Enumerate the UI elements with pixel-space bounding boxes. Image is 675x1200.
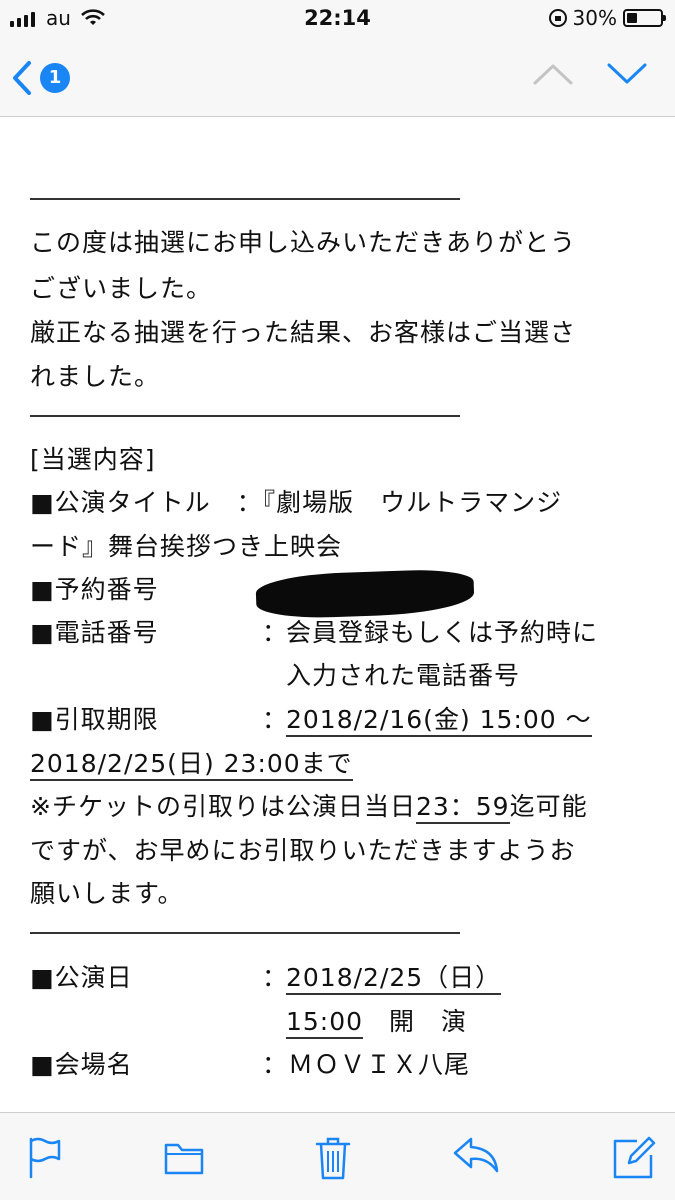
note-line-3: 願いします。 xyxy=(30,879,184,908)
perf-time-row: 15:00 開 演 xyxy=(286,1006,468,1039)
note-line-1: ※チケットの引取りは公演日当日23：59迄可能 xyxy=(30,791,588,824)
title-row: ■公演タイトル ：『劇場版 ウルトラマンジ xyxy=(30,488,563,517)
note-line-2: ですが、お早めにお引取りいただきますようお xyxy=(30,836,576,865)
orientation-lock-icon xyxy=(548,9,567,27)
intro-line-4: れました。 xyxy=(30,362,161,391)
pickup-start-link[interactable]: 2018/2/16(金) 15:00 ～ xyxy=(286,704,592,737)
section-heading: [当選内容] xyxy=(30,445,156,474)
previous-message-icon[interactable] xyxy=(532,62,574,86)
chevron-left-icon xyxy=(13,61,31,95)
reply-icon[interactable] xyxy=(451,1135,501,1175)
next-message-icon[interactable] xyxy=(606,62,648,86)
intro-line-2: ございました。 xyxy=(30,274,213,303)
battery-percent: 30% xyxy=(572,6,617,30)
intro-line-1: この度は抽選にお申し込みいただきありがとう xyxy=(30,228,577,257)
perf-time-suffix: 開 演 xyxy=(363,1007,468,1036)
pickup-end-link[interactable]: 2018/2/25(日) 23:00まで xyxy=(30,748,353,781)
redaction-mark xyxy=(255,568,475,620)
perf-time-link[interactable]: 15:00 xyxy=(286,1007,364,1039)
mail-body[interactable]: この度は抽選にお申し込みいただきありがとう ございました。 厳正なる抽選を行った… xyxy=(0,117,675,1112)
phone-value-line-2: 入力された電話番号 xyxy=(286,661,521,690)
unread-badge: 1 xyxy=(40,63,70,93)
status-right: 30% xyxy=(548,6,666,30)
pickup-end-text[interactable]: 2018/2/25(日) 23:00まで xyxy=(30,749,353,781)
intro-line-3: 厳正なる抽選を行った結果、お客様はご当選さ xyxy=(30,318,577,347)
compose-icon[interactable] xyxy=(611,1135,657,1181)
note-text-c: 迄可能 xyxy=(509,792,588,821)
divider-line xyxy=(30,198,460,200)
flag-icon[interactable] xyxy=(26,1135,62,1179)
divider-line xyxy=(30,932,460,934)
status-bar: au 22:14 30% xyxy=(0,0,675,38)
trash-icon[interactable] xyxy=(314,1135,352,1181)
perf-date-text[interactable]: 2018/2/25（日） xyxy=(286,963,502,995)
nav-bar: 1 xyxy=(0,38,675,118)
reservation-label: ■予約番号 xyxy=(30,575,159,604)
back-button[interactable]: 1 xyxy=(12,56,92,100)
battery-icon xyxy=(623,9,666,27)
battery-fill xyxy=(627,13,637,23)
pickup-start-text[interactable]: 2018/2/16(金) 15:00 ～ xyxy=(286,705,592,737)
perf-date-separator: ： xyxy=(262,963,289,992)
venue-label: ■会場名 xyxy=(30,1050,133,1079)
folder-icon[interactable] xyxy=(163,1135,205,1179)
divider-line xyxy=(30,415,460,417)
phone-value-line-1: 会員登録もしくは予約時に xyxy=(286,618,599,647)
perf-date-label: ■公演日 xyxy=(30,963,133,992)
pickup-label: ■引取期限 xyxy=(30,705,159,734)
phone-separator: ： xyxy=(262,618,289,647)
pickup-separator: ： xyxy=(262,705,289,734)
note-time-link[interactable]: 23：59 xyxy=(415,792,510,824)
venue-value: ：ＭＯＶＩＸ八尾 xyxy=(262,1050,471,1079)
perf-date-link[interactable]: 2018/2/25（日） xyxy=(286,962,502,995)
phone-label: ■電話番号 xyxy=(30,618,159,647)
title-continuation: ード』舞台挨拶つき上映会 xyxy=(30,532,343,561)
note-text-a: ※チケットの引取りは公演日当日 xyxy=(30,792,416,821)
bottom-toolbar xyxy=(0,1112,675,1200)
